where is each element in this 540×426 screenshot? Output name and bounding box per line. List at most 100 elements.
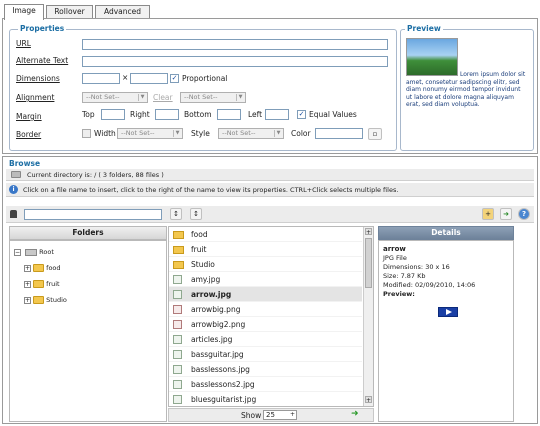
jpg-file-icon xyxy=(173,365,182,374)
collapse-icon[interactable]: − xyxy=(14,248,21,256)
border-width-label: Width xyxy=(94,129,116,138)
upload-icon[interactable]: ➜ xyxy=(500,208,512,220)
details-size: Size: 7.87 Kb xyxy=(383,272,426,280)
width-input[interactable] xyxy=(82,73,120,84)
file-name: fruit xyxy=(191,245,207,254)
jpg-file-icon xyxy=(173,350,182,359)
expand-icon[interactable]: + xyxy=(24,296,31,304)
border-checkbox[interactable] xyxy=(82,129,91,138)
proportional-checkbox[interactable]: ✓ xyxy=(170,74,179,83)
files-scrollbar[interactable]: + + xyxy=(363,227,373,406)
page-size-select[interactable]: 25 + xyxy=(263,410,297,420)
new-folder-icon[interactable]: + xyxy=(482,208,494,220)
file-row[interactable]: articles.jpg xyxy=(169,332,362,347)
file-row-selected[interactable]: arrow.jpg xyxy=(169,287,362,302)
jpg-file-icon xyxy=(173,335,182,344)
url-input[interactable] xyxy=(82,39,388,50)
file-row[interactable]: arrowbig2.png xyxy=(169,317,362,332)
scroll-down-icon[interactable]: + xyxy=(365,396,372,404)
details-preview-label: Preview: xyxy=(383,290,415,298)
arrow-thumbnail xyxy=(438,307,458,317)
clear-label: Clear xyxy=(153,93,173,102)
border-style-label: Style xyxy=(191,129,210,138)
tab-rollover[interactable]: Rollover xyxy=(46,5,93,19)
clear-value: --Not Set-- xyxy=(184,93,218,101)
file-name: basslessons.jpg xyxy=(191,365,250,374)
alt-text-input[interactable] xyxy=(82,56,388,67)
image-properties-panel: Properties URL Alternate Text Dimensions… xyxy=(2,18,538,154)
details-name: arrow xyxy=(383,245,406,253)
next-page-icon[interactable]: ➜ xyxy=(351,409,359,419)
file-row[interactable]: arrowbig.png xyxy=(169,302,362,317)
equal-values-label: Equal Values xyxy=(309,110,357,119)
file-row[interactable]: basslessons2.jpg xyxy=(169,377,362,392)
info-text: Click on a file name to insert, click to… xyxy=(23,186,399,194)
file-name: arrow.jpg xyxy=(191,290,232,299)
help-icon[interactable]: ? xyxy=(518,208,530,220)
border-style-select[interactable]: --Not Set-- ▼ xyxy=(218,128,284,139)
tree-label: Root xyxy=(39,248,54,256)
chevron-down-icon: ▼ xyxy=(138,94,146,101)
file-name: food xyxy=(191,230,208,239)
sort-desc-icon[interactable]: ↕ xyxy=(190,208,202,220)
expand-icon[interactable]: + xyxy=(24,280,31,288)
border-color-input[interactable] xyxy=(315,128,363,139)
tree-item-studio[interactable]: + Studio xyxy=(24,295,67,305)
margin-right-input[interactable] xyxy=(155,109,179,120)
drive-icon xyxy=(25,248,38,256)
filter-input[interactable] xyxy=(24,209,162,220)
margin-bottom-input[interactable] xyxy=(217,109,241,120)
clear-select[interactable]: --Not Set-- ▼ xyxy=(180,92,246,103)
file-row[interactable]: bassguitar.jpg xyxy=(169,347,362,362)
current-directory: Current directory is: / ( 3 folders, 88 … xyxy=(27,171,164,179)
folder-icon xyxy=(33,296,45,304)
margin-left-input[interactable] xyxy=(265,109,289,120)
file-row[interactable]: Studio xyxy=(169,257,362,272)
png-file-icon xyxy=(173,320,182,329)
details-dimensions: Dimensions: 30 x 16 xyxy=(383,263,450,271)
tab-advanced[interactable]: Advanced xyxy=(95,5,150,19)
file-row[interactable]: amy.jpg xyxy=(169,272,362,287)
margin-top-input[interactable] xyxy=(101,109,125,120)
info-bar: i Click on a file name to insert, click … xyxy=(6,183,534,197)
files-pane: food fruit Studio amy.jpg arrow.jpg arro… xyxy=(168,226,374,407)
jpg-file-icon xyxy=(173,275,182,284)
file-row[interactable]: fruit xyxy=(169,242,362,257)
preview-legend: Preview xyxy=(405,24,443,33)
border-label: Border xyxy=(16,130,42,139)
tree-item-root[interactable]: − Root xyxy=(14,247,54,257)
folder-icon xyxy=(33,280,45,288)
border-width-value: --Not Set-- xyxy=(121,129,155,137)
alignment-select[interactable]: --Not Set-- ▼ xyxy=(82,92,148,103)
properties-fieldset: Properties URL Alternate Text Dimensions… xyxy=(9,24,397,151)
equal-values-checkbox[interactable]: ✓ xyxy=(297,110,306,119)
file-name: bassguitar.jpg xyxy=(191,350,244,359)
file-row[interactable]: bluesguitarist.jpg xyxy=(169,392,362,406)
info-icon: i xyxy=(9,185,18,194)
file-name: arrowbig2.png xyxy=(191,320,246,329)
scrollbar-thumb[interactable] xyxy=(365,238,372,288)
arrow-shape xyxy=(446,309,452,315)
file-name: Studio xyxy=(191,260,215,269)
folders-pane: − Root + food + fruit + Studio xyxy=(9,240,167,422)
tree-item-fruit[interactable]: + fruit xyxy=(24,279,60,289)
scroll-up-icon[interactable]: + xyxy=(365,228,372,236)
chevron-down-icon: + xyxy=(289,411,295,418)
file-name: amy.jpg xyxy=(191,275,221,284)
height-input[interactable] xyxy=(130,73,168,84)
file-row[interactable]: basslessons.jpg xyxy=(169,362,362,377)
folders-header: Folders xyxy=(9,226,167,240)
margin-bottom-label: Bottom xyxy=(184,110,212,119)
color-picker-icon[interactable]: ▫ xyxy=(368,128,382,140)
chevron-down-icon: ▼ xyxy=(236,94,244,101)
file-row[interactable]: food xyxy=(169,227,362,242)
tab-image[interactable]: Image xyxy=(4,4,44,20)
tree-item-food[interactable]: + food xyxy=(24,263,61,273)
expand-icon[interactable]: + xyxy=(24,264,31,272)
browse-toolbar: ↕ ↕ + ➜ ? xyxy=(6,206,534,223)
page-size-value: 25 xyxy=(266,411,275,419)
folder-icon xyxy=(33,264,45,272)
sort-asc-icon[interactable]: ↕ xyxy=(170,208,182,220)
file-name: articles.jpg xyxy=(191,335,233,344)
border-width-select[interactable]: --Not Set-- ▼ xyxy=(117,128,183,139)
